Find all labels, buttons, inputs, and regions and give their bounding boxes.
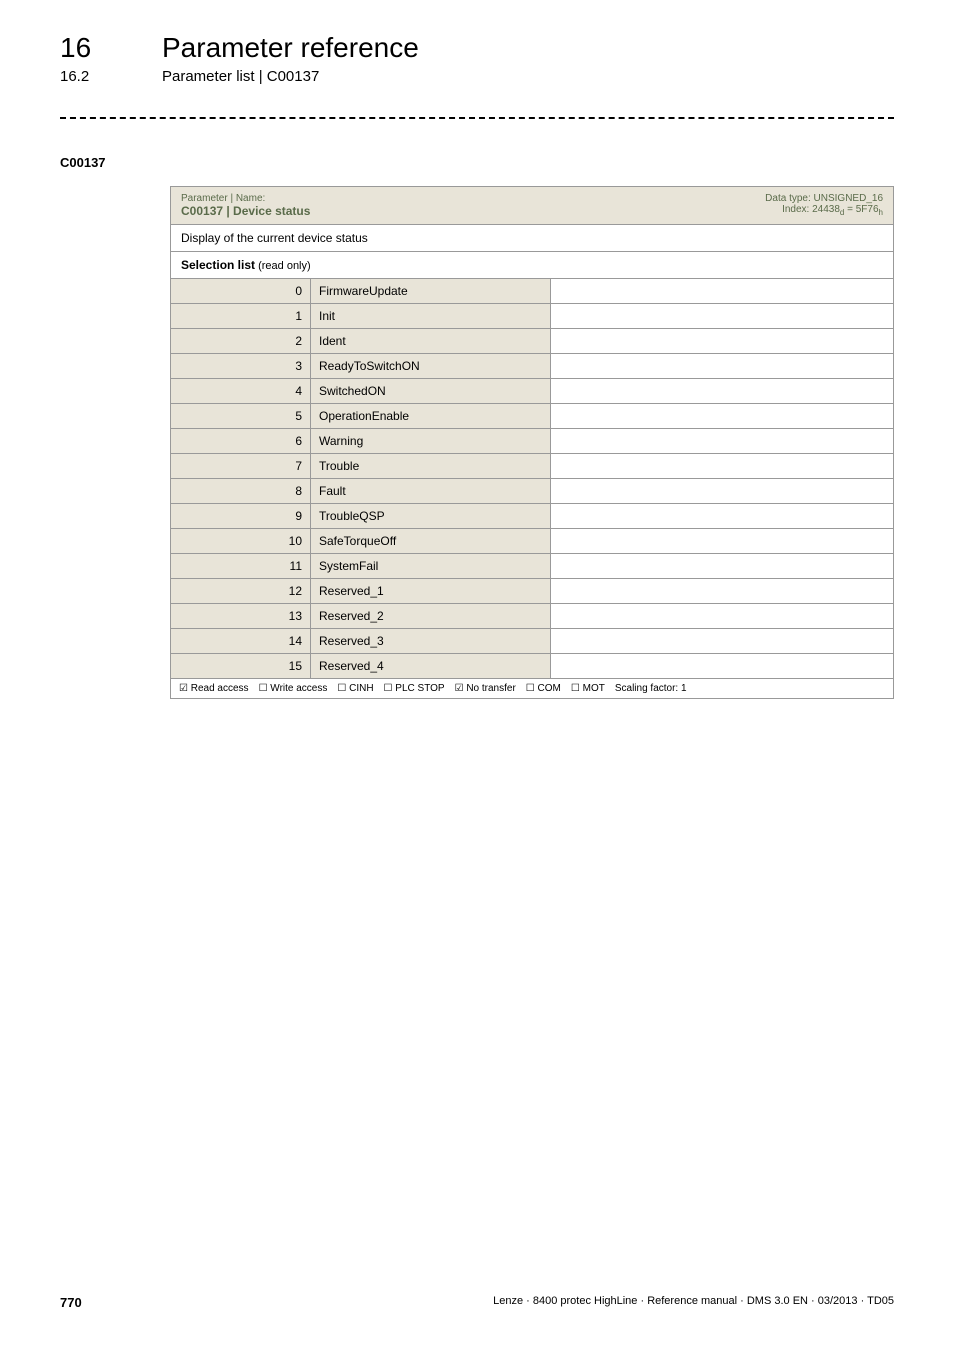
row-num: 7: [171, 454, 311, 478]
index-line: Index: 24438d = 5F76h: [765, 204, 883, 217]
row-val: TroubleQSP: [311, 504, 551, 528]
row-blank: [551, 304, 893, 328]
row-val: Init: [311, 304, 551, 328]
table-row: 12 Reserved_1: [171, 579, 893, 604]
table-row: 6 Warning: [171, 429, 893, 454]
parameter-datatype-block: Data type: UNSIGNED_16 Index: 24438d = 5…: [755, 187, 893, 224]
row-num: 3: [171, 354, 311, 378]
access-cinh: ☐ CINH: [337, 683, 373, 694]
row-val: Fault: [311, 479, 551, 503]
table-row: 5 OperationEnable: [171, 404, 893, 429]
table-row: 0 FirmwareUpdate: [171, 279, 893, 304]
row-num: 1: [171, 304, 311, 328]
index-sub-h: h: [879, 208, 883, 217]
row-blank: [551, 554, 893, 578]
row-num: 5: [171, 404, 311, 428]
row-val: Reserved_4: [311, 654, 551, 678]
row-val: SwitchedON: [311, 379, 551, 403]
row-blank: [551, 454, 893, 478]
row-blank: [551, 654, 893, 678]
table-row: 1 Init: [171, 304, 893, 329]
row-num: 12: [171, 579, 311, 603]
row-num: 14: [171, 629, 311, 653]
access-read: ☑ Read access: [179, 683, 249, 694]
access-plcstop: ☐ PLC STOP: [384, 683, 445, 694]
parameter-label: Parameter | Name:: [181, 193, 745, 204]
section-number: 16.2: [60, 68, 162, 85]
access-write: ☐ Write access: [259, 683, 328, 694]
row-num: 15: [171, 654, 311, 678]
row-num: 13: [171, 604, 311, 628]
table-row: 3 ReadyToSwitchON: [171, 354, 893, 379]
row-val: FirmwareUpdate: [311, 279, 551, 303]
parameter-code: C00137: [60, 155, 894, 170]
row-num: 0: [171, 279, 311, 303]
index-eq: = 5F76: [844, 204, 878, 215]
row-num: 8: [171, 479, 311, 503]
row-val: SafeTorqueOff: [311, 529, 551, 553]
row-val: SystemFail: [311, 554, 551, 578]
chapter-title: Parameter reference: [162, 32, 419, 64]
chapter-number: 16: [60, 32, 162, 64]
row-blank: [551, 604, 893, 628]
row-val: Reserved_2: [311, 604, 551, 628]
row-blank: [551, 354, 893, 378]
table-row: 10 SafeTorqueOff: [171, 529, 893, 554]
parameter-table: Parameter | Name: C00137 | Device status…: [170, 186, 894, 699]
row-val: ReadyToSwitchON: [311, 354, 551, 378]
table-row: 11 SystemFail: [171, 554, 893, 579]
row-num: 10: [171, 529, 311, 553]
row-val: Trouble: [311, 454, 551, 478]
row-val: Reserved_1: [311, 579, 551, 603]
row-num: 11: [171, 554, 311, 578]
row-blank: [551, 629, 893, 653]
document-info: Lenze · 8400 protec HighLine · Reference…: [493, 1295, 894, 1310]
row-num: 9: [171, 504, 311, 528]
page-footer: 770 Lenze · 8400 protec HighLine · Refer…: [60, 1295, 894, 1310]
access-scaling: Scaling factor: 1: [615, 683, 687, 694]
data-type: Data type: UNSIGNED_16: [765, 193, 883, 204]
row-val: Warning: [311, 429, 551, 453]
row-blank: [551, 479, 893, 503]
access-com: ☐ COM: [526, 683, 561, 694]
row-blank: [551, 429, 893, 453]
row-blank: [551, 329, 893, 353]
readonly-label: (read only): [255, 260, 311, 272]
section-title: Parameter list | C00137: [162, 68, 319, 85]
table-row: 2 Ident: [171, 329, 893, 354]
parameter-description: Display of the current device status: [171, 225, 893, 252]
parameter-header-row: Parameter | Name: C00137 | Device status…: [171, 187, 893, 225]
table-row: 15 Reserved_4: [171, 654, 893, 679]
table-row: 4 SwitchedON: [171, 379, 893, 404]
selection-list-label: Selection list: [181, 258, 255, 272]
table-row: 7 Trouble: [171, 454, 893, 479]
divider: [60, 117, 894, 119]
row-blank: [551, 379, 893, 403]
selection-list-header: Selection list (read only): [171, 252, 893, 279]
page-number: 770: [60, 1295, 82, 1310]
row-blank: [551, 504, 893, 528]
table-row: 8 Fault: [171, 479, 893, 504]
table-row: 9 TroubleQSP: [171, 504, 893, 529]
row-num: 4: [171, 379, 311, 403]
access-row: ☑ Read access ☐ Write access ☐ CINH ☐ PL…: [171, 679, 893, 698]
row-val: Reserved_3: [311, 629, 551, 653]
row-blank: [551, 529, 893, 553]
index-text: Index: 24438: [782, 204, 840, 215]
table-row: 13 Reserved_2: [171, 604, 893, 629]
row-val: OperationEnable: [311, 404, 551, 428]
row-num: 2: [171, 329, 311, 353]
row-blank: [551, 404, 893, 428]
row-num: 6: [171, 429, 311, 453]
parameter-name: C00137 | Device status: [181, 204, 745, 218]
access-mot: ☐ MOT: [571, 683, 605, 694]
row-blank: [551, 579, 893, 603]
row-blank: [551, 279, 893, 303]
access-notransfer: ☑ No transfer: [455, 683, 516, 694]
table-row: 14 Reserved_3: [171, 629, 893, 654]
row-val: Ident: [311, 329, 551, 353]
